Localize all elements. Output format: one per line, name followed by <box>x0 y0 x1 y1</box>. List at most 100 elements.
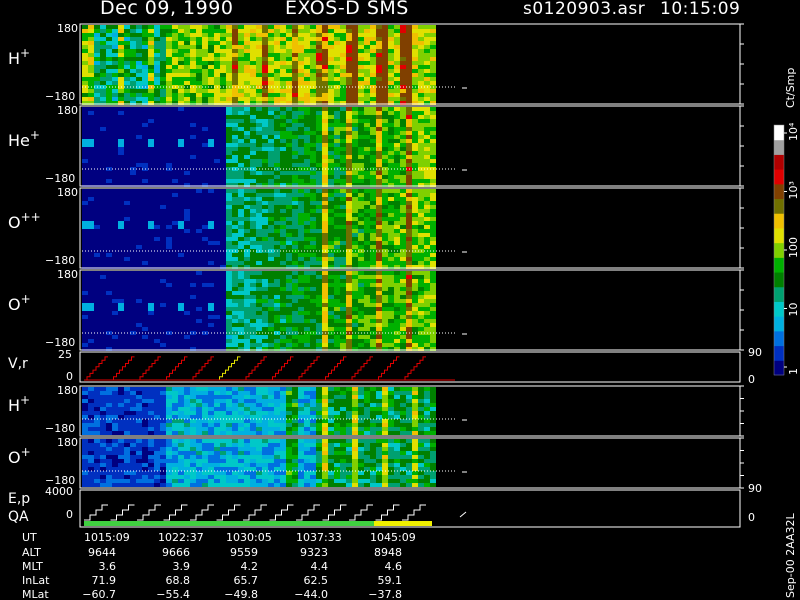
spectrogram-cell <box>178 37 184 41</box>
spectrogram-cell <box>154 311 160 315</box>
spectrogram-cell <box>208 119 214 123</box>
spectrogram-cell <box>430 237 436 241</box>
spectrogram-cell <box>298 237 304 241</box>
spectrogram-cell <box>370 135 376 139</box>
spectrogram-cell <box>142 37 148 41</box>
spectrogram-cell <box>406 155 412 159</box>
spectrogram-cell <box>94 233 100 237</box>
spectrogram-cell <box>178 257 184 261</box>
spectrogram-cell <box>172 217 178 221</box>
spectrogram-cell <box>154 49 160 53</box>
spectrogram-cell <box>346 193 352 197</box>
spectrogram-cell <box>232 323 238 327</box>
spectrogram-cell <box>316 81 322 85</box>
spectrogram-cell <box>304 57 310 61</box>
spectrogram-cell <box>100 423 106 427</box>
spectrogram-cell <box>238 53 244 57</box>
spectrogram-cell <box>322 295 328 299</box>
spectrogram-cell <box>430 221 436 225</box>
spectrogram-cell <box>106 155 112 159</box>
spectrogram-cell <box>286 275 292 279</box>
spectrogram-cell <box>298 283 304 287</box>
spectrogram-cell <box>172 155 178 159</box>
spectrogram-cell <box>130 81 136 85</box>
spectrogram-cell <box>298 217 304 221</box>
spectrogram-cell <box>130 143 136 147</box>
spectrogram-cell <box>370 147 376 151</box>
spectrogram-cell <box>94 427 100 431</box>
spectrogram-cell <box>262 175 268 179</box>
spectrogram-cell <box>148 279 154 283</box>
spectrogram-cell <box>304 81 310 85</box>
spectrogram-cell <box>346 261 352 265</box>
spectrogram-cell <box>142 403 148 407</box>
spectrogram-cell <box>298 201 304 205</box>
spectrogram-cell <box>280 229 286 233</box>
spectrogram-cell <box>412 159 418 163</box>
spectrogram-cell <box>232 311 238 315</box>
spectrogram-cell <box>214 123 220 127</box>
spectrogram-cell <box>94 163 100 167</box>
spectrogram-cell <box>136 295 142 299</box>
spectrogram-cell <box>178 419 184 423</box>
spectrogram-cell <box>166 45 172 49</box>
spectrogram-cell <box>430 61 436 65</box>
spectrogram-cell <box>274 221 280 225</box>
spectrogram-cell <box>196 295 202 299</box>
spectrogram-cell <box>208 303 214 307</box>
spectrogram-cell <box>334 229 340 233</box>
spectrogram-cell <box>178 163 184 167</box>
spectrogram-cell <box>328 323 334 327</box>
spectrogram-cell <box>130 237 136 241</box>
spectrogram-cell <box>370 93 376 97</box>
spectrogram-cell <box>388 45 394 49</box>
spectrogram-cell <box>124 163 130 167</box>
spectrogram-cell <box>178 45 184 49</box>
spectrogram-cell <box>406 229 412 233</box>
spectrogram-cell <box>94 151 100 155</box>
spectrogram-cell <box>136 37 142 41</box>
spectrogram-cell <box>286 69 292 73</box>
spectrogram-cell <box>184 37 190 41</box>
spectrogram-cell <box>190 311 196 315</box>
spectrogram-cell <box>292 283 298 287</box>
spectrogram-cell <box>256 261 262 265</box>
spectrogram-cell <box>346 275 352 279</box>
spectrogram-cell <box>178 57 184 61</box>
spectrogram-cell <box>94 49 100 53</box>
spectrogram-cell <box>160 307 166 311</box>
spectrogram-cell <box>406 131 412 135</box>
spectrogram-cell <box>100 135 106 139</box>
spectrogram-cell <box>394 197 400 201</box>
spectrogram-cell <box>358 73 364 77</box>
spectrogram-cell <box>430 225 436 229</box>
spectrogram-cell <box>106 127 112 131</box>
spectrogram-cell <box>328 115 334 119</box>
spectrogram-cell <box>322 287 328 291</box>
spectrogram-cell <box>250 257 256 261</box>
spectrogram-cell <box>88 403 94 407</box>
spectrogram-cell <box>124 139 130 143</box>
spectrogram-cell <box>100 131 106 135</box>
spectrogram-cell <box>412 261 418 265</box>
spectrogram-cell <box>262 221 268 225</box>
spectrogram-cell <box>238 123 244 127</box>
spectrogram-cell <box>334 261 340 265</box>
spectrogram-cell <box>220 37 226 41</box>
spectrogram-cell <box>382 323 388 327</box>
spectrogram-cell <box>292 307 298 311</box>
spectrogram-cell <box>412 163 418 167</box>
spectrogram-cell <box>88 193 94 197</box>
spectrogram-cell <box>352 271 358 275</box>
spectrogram-cell <box>136 411 142 415</box>
spectrogram-cell <box>154 303 160 307</box>
spectrogram-cell <box>178 241 184 245</box>
spectrogram-cell <box>232 229 238 233</box>
spectrogram-cell <box>118 61 124 65</box>
spectrogram-cell <box>142 107 148 111</box>
spectrogram-cell <box>136 283 142 287</box>
spectrogram-cell <box>250 171 256 175</box>
spectrogram-cell <box>292 131 298 135</box>
spectrogram-cell <box>124 135 130 139</box>
spectrogram-cell <box>190 179 196 183</box>
